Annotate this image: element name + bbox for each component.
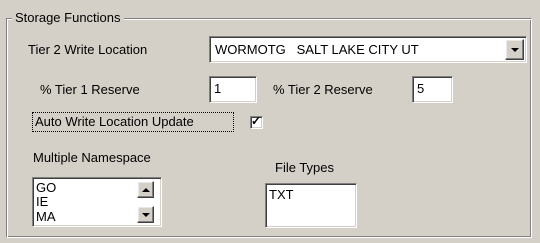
tier2-write-location-combobox[interactable]: WORMOTG SALT LAKE CITY UT <box>209 36 527 63</box>
tier2-reserve-value: 5 <box>417 81 425 96</box>
multiple-namespace-label: Multiple Namespace <box>33 150 151 165</box>
list-item[interactable]: IE <box>36 195 48 208</box>
tier2-write-location-value: WORMOTG SALT LAKE CITY UT <box>215 42 419 57</box>
multiple-namespace-listbox[interactable]: GO IE MA <box>32 177 162 227</box>
storage-functions-panel: Storage Functions Tier 2 Write Location … <box>0 0 540 243</box>
tier1-reserve-value: 1 <box>214 81 222 96</box>
chevron-down-icon <box>510 47 519 52</box>
tier1-reserve-input[interactable]: 1 <box>209 76 257 103</box>
auto-write-checkbox[interactable]: ✓ <box>250 114 263 129</box>
tier2-reserve-input[interactable]: 5 <box>412 76 453 103</box>
chevron-down-icon <box>141 212 150 217</box>
chevron-up-icon <box>141 187 150 192</box>
scroll-up-button[interactable] <box>137 181 154 198</box>
auto-write-label[interactable]: Auto Write Location Update <box>35 114 194 130</box>
group-title: Storage Functions <box>12 10 124 26</box>
list-item[interactable]: MA <box>36 210 56 223</box>
tier1-reserve-label: % Tier 1 Reserve <box>40 82 140 97</box>
file-types-label: File Types <box>275 160 335 175</box>
tier2-write-location-label: Tier 2 Write Location <box>28 42 148 57</box>
list-item[interactable]: GO <box>36 181 56 194</box>
tier2-reserve-label: % Tier 2 Reserve <box>273 82 373 97</box>
scroll-down-button[interactable] <box>137 206 154 223</box>
file-types-value: TXT <box>269 187 294 202</box>
tier2-write-location-dropdown-button[interactable] <box>505 39 524 60</box>
file-types-textbox[interactable]: TXT <box>265 183 357 228</box>
checkmark-icon: ✓ <box>251 114 262 128</box>
